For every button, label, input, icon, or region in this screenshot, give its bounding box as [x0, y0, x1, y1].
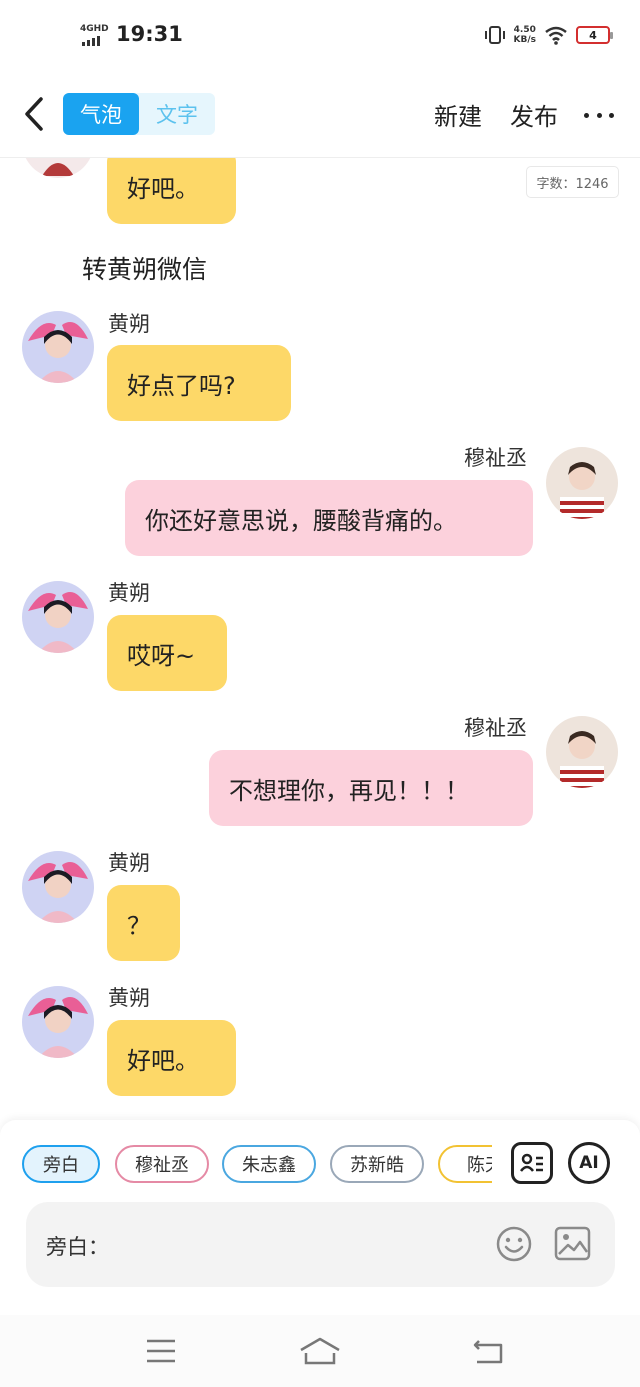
home-button[interactable]: [298, 1333, 342, 1369]
avatar-huangshuo[interactable]: [22, 851, 94, 923]
status-bar: 4GHD 19:31 4.50 KB/s 4: [0, 0, 640, 70]
message-bubble[interactable]: 不想理你，再见！！！: [209, 750, 533, 826]
sender-name: 穆祉丞: [464, 446, 527, 470]
message-text: 好吧。: [127, 174, 199, 203]
input-role-prefix: 旁白：: [46, 1235, 109, 1259]
avatar-huangshuo[interactable]: [22, 581, 94, 653]
menu-icon: [147, 1339, 175, 1363]
sender-name: 穆祉丞: [464, 716, 527, 740]
wifi-icon: [545, 26, 567, 45]
role-chip[interactable]: 穆祉丞: [115, 1145, 209, 1183]
message-text: 好点了吗?: [127, 371, 236, 400]
mode-switch: 气泡 文字: [63, 93, 215, 135]
status-time: 19:31: [116, 22, 183, 46]
message-input[interactable]: [106, 1222, 486, 1266]
battery-icon: 4: [576, 26, 613, 44]
system-nav-bar: [0, 1315, 640, 1387]
new-button[interactable]: 新建: [434, 97, 482, 132]
role-chip[interactable]: 苏新皓: [330, 1145, 424, 1183]
tab-text[interactable]: 文字: [139, 93, 215, 135]
role-selector: 旁白 穆祉丞 朱志鑫 苏新皓 陈天: [22, 1145, 492, 1185]
message-text: ？: [127, 911, 151, 940]
narration-text[interactable]: 转黄朔微信: [82, 250, 207, 286]
role-chip[interactable]: 陈天: [438, 1145, 492, 1183]
message-input-box: 旁白：: [26, 1202, 615, 1287]
role-chip-narrator[interactable]: 旁白: [22, 1145, 100, 1183]
more-button[interactable]: [584, 100, 614, 130]
sender-name: 黄朔: [108, 986, 150, 1010]
system-back-button[interactable]: [466, 1333, 510, 1369]
tab-bubble[interactable]: 气泡: [63, 93, 139, 135]
role-chip[interactable]: 朱志鑫: [222, 1145, 316, 1183]
network-type: 4GHD: [80, 24, 109, 34]
message-text: 好吧。: [127, 1046, 199, 1075]
message-bubble[interactable]: 好点了吗?: [107, 345, 291, 421]
avatar-huangshuo[interactable]: [22, 986, 94, 1058]
back-icon: [473, 1340, 503, 1364]
message-bubble[interactable]: ？: [107, 885, 180, 961]
battery-level: 4: [589, 28, 597, 42]
message-bubble[interactable]: 好吧。: [107, 1020, 236, 1096]
avatar-huangshuo[interactable]: [22, 158, 94, 178]
emoji-icon[interactable]: [496, 1226, 532, 1262]
avatar-muzhicheng[interactable]: [546, 716, 618, 788]
role-card-icon: [520, 1153, 543, 1172]
sender-name: 黄朔: [108, 312, 150, 336]
avatar-muzhicheng[interactable]: [546, 447, 618, 519]
sender-name: 黄朔: [108, 581, 150, 605]
vibrate-icon: [484, 26, 505, 44]
network-speed: 4.50 KB/s: [513, 25, 536, 45]
message-bubble[interactable]: 你还好意思说，腰酸背痛的。: [125, 480, 533, 556]
word-count-badge: 字数：1246: [526, 166, 619, 198]
message-text: 不想理你，再见！！！: [229, 776, 469, 805]
home-icon: [300, 1337, 340, 1365]
publish-button[interactable]: 发布: [510, 97, 558, 132]
avatar-huangshuo[interactable]: [22, 311, 94, 383]
message-bubble[interactable]: 哎呀~: [107, 615, 227, 691]
top-nav-bar: 气泡 文字 新建 发布: [0, 78, 640, 158]
ai-icon: AI: [579, 1153, 599, 1173]
chat-area[interactable]: 好吧。 字数：1246 转黄朔微信 黄朔 好点了吗? 穆祉丞 你还好意思说，腰酸…: [0, 158, 640, 1118]
message-text: 哎呀~: [127, 641, 196, 670]
sender-name: 黄朔: [108, 851, 150, 875]
chevron-left-icon: [25, 97, 43, 131]
message-text: 你还好意思说，腰酸背痛的。: [145, 506, 457, 535]
composer-panel: 旁白 穆祉丞 朱志鑫 苏新皓 陈天 AI 旁白：: [0, 1120, 640, 1315]
more-dots-icon: [584, 112, 614, 118]
signal-icon: 4GHD: [80, 24, 110, 46]
message-bubble[interactable]: 好吧。: [107, 158, 236, 224]
menu-button[interactable]: [139, 1333, 183, 1369]
back-button[interactable]: [16, 92, 52, 136]
ai-button[interactable]: AI: [568, 1142, 610, 1184]
role-card-button[interactable]: [511, 1142, 553, 1184]
image-icon[interactable]: [554, 1226, 591, 1261]
